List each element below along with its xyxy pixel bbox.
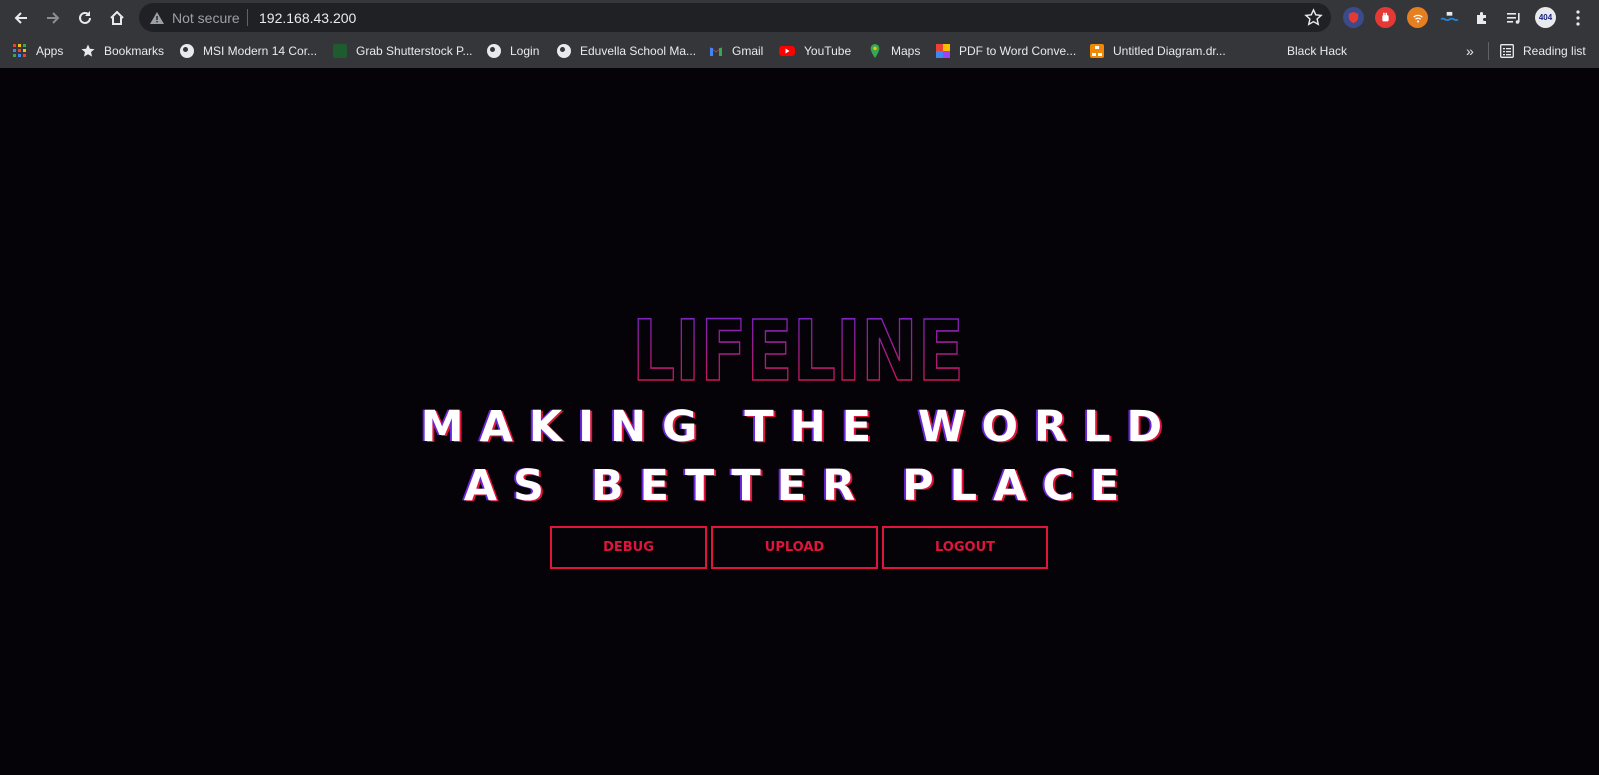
blank-icon — [1264, 44, 1278, 58]
globe-icon — [487, 44, 501, 58]
bookmark-untitled-diagram[interactable]: Untitled Diagram.dr... — [1090, 40, 1226, 62]
upload-button[interactable]: UPLOAD — [711, 526, 878, 569]
bookmark-black-hack[interactable]: Black Hack — [1264, 40, 1347, 62]
address-bar[interactable]: Not secure 192.168.43.200 — [139, 3, 1331, 32]
forward-button[interactable] — [40, 5, 66, 31]
bookmark-label: Black Hack — [1287, 44, 1348, 58]
youtube-icon — [779, 46, 795, 56]
bookmark-label: Untitled Diagram.dr... — [1113, 44, 1226, 58]
bookmark-label: Apps — [36, 44, 64, 58]
bookmark-label: PDF to Word Conve... — [959, 44, 1077, 58]
bookmark-apps[interactable]: Apps — [13, 40, 63, 62]
home-icon — [110, 10, 124, 25]
adblock-hand-icon[interactable] — [1375, 7, 1396, 28]
bookmark-bookmarks[interactable]: Bookmarks — [81, 40, 164, 62]
browser-toolbar: Not secure 192.168.43.200 404 — [0, 0, 1599, 35]
puzzle-icon[interactable] — [1471, 7, 1492, 28]
bookmark-youtube[interactable]: YouTube — [779, 40, 851, 62]
drawio-icon — [1090, 44, 1104, 58]
star-icon — [81, 44, 95, 57]
back-button[interactable] — [8, 5, 34, 31]
home-button[interactable] — [104, 5, 130, 31]
lifeline-logo: LIFELINE — [631, 306, 965, 386]
browser-chrome: Not secure 192.168.43.200 404 Apps Bookm… — [0, 0, 1599, 68]
wifi-extension-icon[interactable] — [1407, 7, 1428, 28]
bookmark-grab-shutterstock[interactable]: Grab Shutterstock P... — [333, 40, 473, 62]
media-queue-icon[interactable] — [1503, 7, 1524, 28]
bookmark-login[interactable]: Login — [487, 40, 539, 62]
bookmark-label: Eduvella School Ma... — [580, 44, 697, 58]
security-status-label[interactable]: Not secure — [172, 10, 240, 26]
bookmarks-overflow-button[interactable]: » — [1466, 40, 1474, 62]
globe-icon — [180, 44, 194, 58]
omnibox-divider — [247, 9, 248, 26]
bookmark-label: MSI Modern 14 Cor... — [203, 44, 318, 58]
bookmark-label: Maps — [891, 44, 921, 58]
logo-text: LIFELINE — [632, 306, 964, 386]
bookmark-msi-modern[interactable]: MSI Modern 14 Cor... — [180, 40, 317, 62]
bookmark-label: Login — [510, 44, 540, 58]
maps-pin-icon — [870, 44, 880, 58]
shield-extension-icon[interactable] — [1343, 7, 1364, 28]
apps-grid-icon — [13, 44, 26, 57]
404-extension-icon[interactable]: 404 — [1535, 7, 1556, 28]
page-content: LIFELINE MAKING THE WORLD AS BETTER PLAC… — [0, 68, 1599, 775]
bookmark-pdf-to-word[interactable]: PDF to Word Conve... — [936, 40, 1076, 62]
globe-icon — [557, 44, 571, 58]
headline-line-2: AS BETTER PLACE — [463, 461, 1136, 511]
bookmark-maps[interactable]: Maps — [868, 40, 920, 62]
bookmark-gmail[interactable]: Gmail — [709, 40, 763, 62]
reading-list-button[interactable]: Reading list — [1500, 40, 1586, 62]
logout-button[interactable]: LOGOUT — [882, 526, 1048, 569]
reading-list-label: Reading list — [1523, 44, 1586, 58]
headline-line-1: MAKING THE WORLD — [420, 402, 1179, 452]
warning-triangle-icon — [150, 12, 164, 24]
bookmark-label: Grab Shutterstock P... — [356, 44, 473, 58]
gmail-icon — [710, 47, 722, 56]
bookmarks-bar: Apps Bookmarks MSI Modern 14 Cor... Grab… — [0, 37, 1599, 67]
bookmark-star-icon[interactable] — [1304, 8, 1323, 27]
menu-dots-icon[interactable] — [1567, 7, 1588, 28]
arrow-right-icon — [47, 12, 60, 24]
reload-button[interactable] — [72, 5, 98, 31]
reload-icon — [79, 11, 91, 24]
bookmark-eduvella[interactable]: Eduvella School Ma... — [557, 40, 696, 62]
pdf-converter-icon — [936, 44, 950, 58]
arrow-left-icon — [14, 12, 27, 24]
shutterstock-icon — [333, 44, 347, 58]
bookmark-label: Bookmarks — [104, 44, 165, 58]
ocean-extension-icon[interactable] — [1439, 7, 1460, 28]
url-text[interactable]: 192.168.43.200 — [259, 10, 356, 26]
debug-button[interactable]: DEBUG — [550, 526, 707, 569]
bookmark-label: YouTube — [804, 44, 852, 58]
bookmarks-divider — [1488, 42, 1489, 60]
reading-list-icon — [1500, 44, 1514, 58]
bookmark-label: Gmail — [732, 44, 764, 58]
